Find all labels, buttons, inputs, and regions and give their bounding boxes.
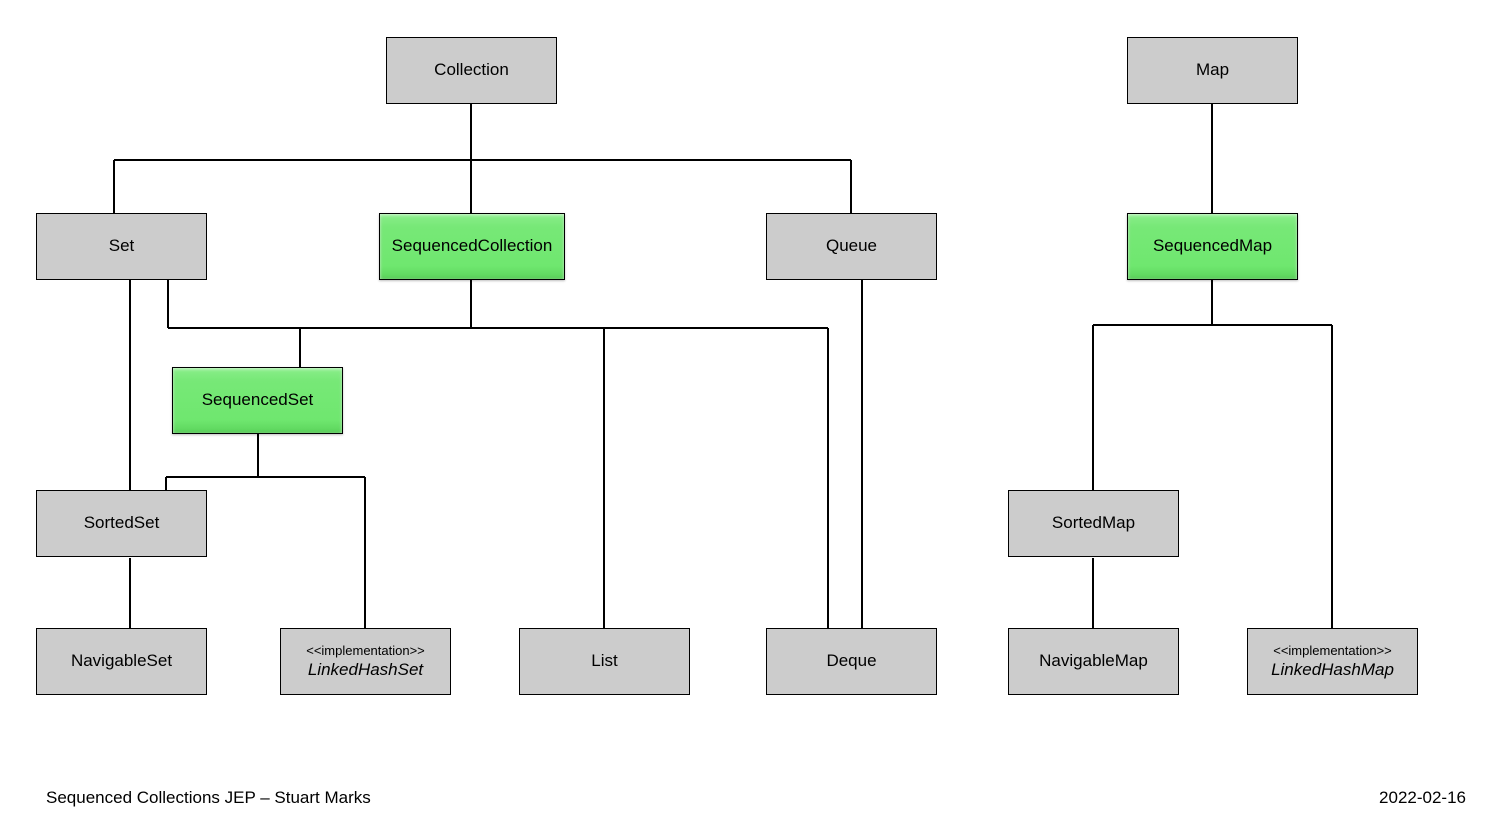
footer-title: Sequenced Collections JEP – Stuart Marks [46,788,371,808]
node-sequenced-set: SequencedSet [172,367,343,434]
node-navigable-set: NavigableSet [36,628,207,695]
node-linked-hash-set: <<implementation>> LinkedHashSet [280,628,451,695]
node-label: Set [109,236,135,256]
node-navigable-map: NavigableMap [1008,628,1179,695]
node-queue: Queue [766,213,937,280]
node-label: SequencedSet [202,390,314,410]
node-sorted-map: SortedMap [1008,490,1179,557]
node-deque: Deque [766,628,937,695]
node-label: SequencedMap [1153,236,1272,256]
node-linked-hash-map: <<implementation>> LinkedHashMap [1247,628,1418,695]
node-label: LinkedHashSet [308,660,423,680]
node-label: LinkedHashMap [1271,660,1394,680]
node-label: Deque [826,651,876,671]
node-label: Map [1196,60,1229,80]
node-sequenced-collection: SequencedCollection [379,213,565,280]
node-set: Set [36,213,207,280]
node-collection: Collection [386,37,557,104]
node-label: SortedSet [84,513,160,533]
node-label: NavigableMap [1039,651,1148,671]
node-stereotype: <<implementation>> [306,643,425,659]
node-label: Collection [434,60,509,80]
footer-date: 2022-02-16 [1379,788,1466,808]
node-stereotype: <<implementation>> [1273,643,1392,659]
node-label: SortedMap [1052,513,1135,533]
node-list: List [519,628,690,695]
node-map: Map [1127,37,1298,104]
node-label: Queue [826,236,877,256]
node-label: SequencedCollection [392,236,553,256]
node-label: List [591,651,617,671]
node-label: NavigableSet [71,651,172,671]
node-sorted-set: SortedSet [36,490,207,557]
node-sequenced-map: SequencedMap [1127,213,1298,280]
